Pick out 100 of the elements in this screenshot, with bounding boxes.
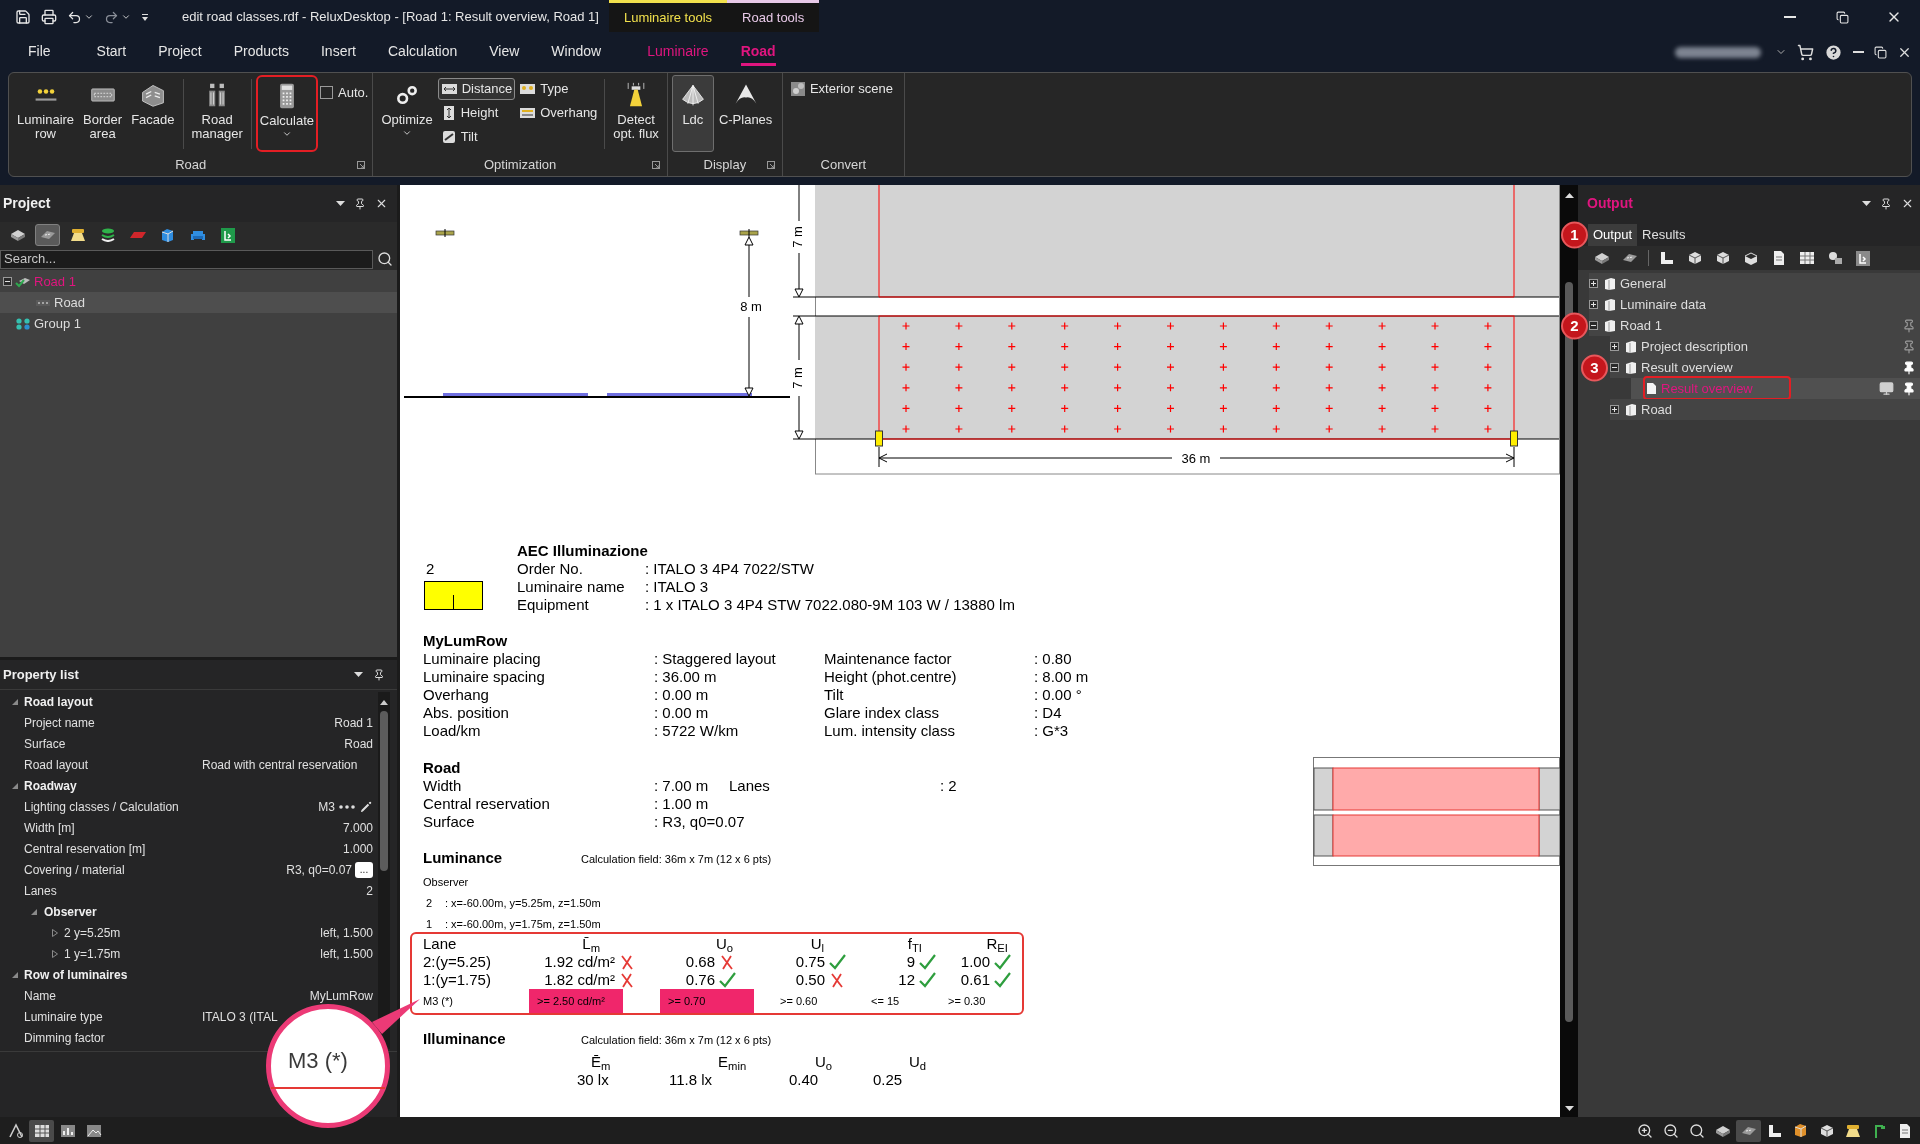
report-value: : 36.00 m xyxy=(654,668,717,686)
scroll-up-icon[interactable] xyxy=(1564,193,1574,198)
expand-icon[interactable] xyxy=(1610,405,1619,414)
property-value: Road xyxy=(344,735,373,753)
checkbox[interactable] xyxy=(320,86,333,100)
expanded-triangle-icon[interactable] xyxy=(11,697,19,706)
panel-tab[interactable]: Output xyxy=(1588,224,1638,246)
scroll-thumb[interactable] xyxy=(380,711,388,871)
tree-item[interactable]: Road xyxy=(1610,399,1920,420)
tree-item[interactable]: Group 1 xyxy=(0,313,397,334)
launcher-icon[interactable] xyxy=(766,160,775,169)
dropdown-icon[interactable] xyxy=(354,672,363,677)
ribbon-button[interactable]: Exterior scene xyxy=(786,78,896,100)
magnified-text: M3 (*) xyxy=(288,1046,348,1075)
ribbon-button[interactable]: Ldc xyxy=(671,75,714,152)
ribbon-button[interactable]: Luminaire row xyxy=(13,75,79,152)
browse-button[interactable]: ... xyxy=(355,861,373,878)
menu-tab[interactable]: Luminaire xyxy=(631,34,725,70)
collapsed-triangle-icon[interactable] xyxy=(51,949,59,958)
caret-icon[interactable] xyxy=(84,12,94,22)
book-icon xyxy=(1604,277,1616,290)
ribbon-button[interactable]: Type xyxy=(516,78,601,100)
expanded-triangle-icon[interactable] xyxy=(30,907,38,916)
expand-icon[interactable] xyxy=(1589,279,1598,288)
dimension-label: 36 m xyxy=(1181,451,1211,466)
search-field[interactable]: Search... xyxy=(0,249,373,269)
dropdown-icon[interactable] xyxy=(336,201,345,206)
armchair-icon xyxy=(189,228,206,242)
table-cell: 30 lx xyxy=(577,1071,609,1088)
pin-icon[interactable] xyxy=(1880,197,1892,210)
save-icon[interactable] xyxy=(15,9,31,25)
tree-item[interactable]: General xyxy=(1589,273,1920,294)
status-tool-button[interactable] xyxy=(1736,1119,1761,1142)
menu-tab[interactable]: Road xyxy=(724,34,792,70)
ribbon-button[interactable]: Overhang xyxy=(516,102,601,124)
cube-icon xyxy=(1793,1123,1808,1138)
scroll-down-icon[interactable] xyxy=(1564,1106,1574,1111)
collapse-icon[interactable] xyxy=(3,277,12,286)
menu-tab[interactable]: Insert xyxy=(304,34,372,70)
ribbon-group-label: Optimization xyxy=(484,155,557,174)
tree-item[interactable]: Luminaire data xyxy=(1589,294,1920,315)
restore-icon[interactable] xyxy=(1874,45,1887,59)
l-shape-icon xyxy=(1659,250,1675,266)
ribbon-button[interactable]: Height xyxy=(437,102,516,124)
pin-icon[interactable] xyxy=(354,197,366,210)
pencil-icon[interactable] xyxy=(359,799,373,814)
launcher-icon[interactable] xyxy=(651,160,660,169)
ribbon-button[interactable]: Optimize xyxy=(377,75,437,152)
report-label: Lum. intensity class xyxy=(824,722,955,740)
expanded-triangle-icon[interactable] xyxy=(11,781,19,790)
observer-number: 1 xyxy=(426,918,433,930)
close-icon[interactable] xyxy=(375,197,388,210)
ribbon-button[interactable]: Road manager xyxy=(187,75,247,152)
menu-tab[interactable]: View xyxy=(473,34,536,70)
report-value: : 7.00 m xyxy=(654,777,709,794)
close-icon[interactable] xyxy=(1901,197,1914,210)
ribbon-button[interactable]: Facade xyxy=(127,75,179,152)
collapse-icon[interactable] xyxy=(1589,321,1598,330)
printer-icon[interactable] xyxy=(41,9,57,25)
menu-tab[interactable]: Products xyxy=(217,34,305,70)
menu-tab[interactable]: Project xyxy=(142,34,218,70)
tree-item[interactable]: Road 1 xyxy=(1589,315,1920,336)
tree-item[interactable]: Result overview xyxy=(1610,357,1920,378)
menu-tab[interactable]: Start xyxy=(80,34,143,70)
search-icon[interactable] xyxy=(377,251,393,267)
customize-icon[interactable] xyxy=(141,12,149,22)
ribbon-button[interactable]: Detect opt. flux xyxy=(609,75,663,152)
table-cell: 0.68 xyxy=(685,953,715,971)
launcher-icon[interactable] xyxy=(357,160,366,169)
dropdown-icon[interactable] xyxy=(1862,201,1871,206)
box-icon xyxy=(9,228,26,242)
tree-item[interactable]: Road xyxy=(0,292,397,313)
scroll-up-icon[interactable] xyxy=(380,700,388,705)
ribbon-button[interactable]: C-Planes xyxy=(714,75,777,152)
collapsed-triangle-icon[interactable] xyxy=(51,928,59,937)
collapse-icon[interactable] xyxy=(1610,363,1619,372)
pin-icon[interactable] xyxy=(373,668,385,681)
redo-icon[interactable] xyxy=(104,9,119,25)
caret-icon[interactable] xyxy=(121,12,131,22)
column-header: f$_{TI}$ xyxy=(907,935,922,952)
menu-tab[interactable]: Calculation xyxy=(372,34,474,70)
undo-icon[interactable] xyxy=(67,9,82,25)
ribbon-button[interactable]: Calculate xyxy=(255,75,318,152)
arrows-icon xyxy=(440,81,458,97)
expand-icon[interactable] xyxy=(1589,300,1598,309)
tree-item[interactable]: Project description xyxy=(1610,336,1920,357)
expand-icon[interactable] xyxy=(1610,342,1619,351)
ribbon-button[interactable]: Border area xyxy=(79,75,127,152)
expanded-triangle-icon[interactable] xyxy=(11,970,19,979)
menu-tab[interactable]: File xyxy=(12,34,67,70)
panel-tab[interactable]: Results xyxy=(1637,224,1691,246)
ribbon-button[interactable]: Distance xyxy=(437,78,516,100)
ribbon-button[interactable]: Tilt xyxy=(437,126,516,148)
pin-icon[interactable] xyxy=(1902,381,1916,396)
help-icon[interactable] xyxy=(1824,42,1843,62)
pin-icon[interactable] xyxy=(1902,360,1916,375)
menu-tab[interactable]: Window xyxy=(535,34,618,70)
cart-icon[interactable] xyxy=(1797,43,1814,61)
monitor-icon[interactable] xyxy=(1879,381,1894,396)
status-tool-button[interactable] xyxy=(29,1119,54,1142)
